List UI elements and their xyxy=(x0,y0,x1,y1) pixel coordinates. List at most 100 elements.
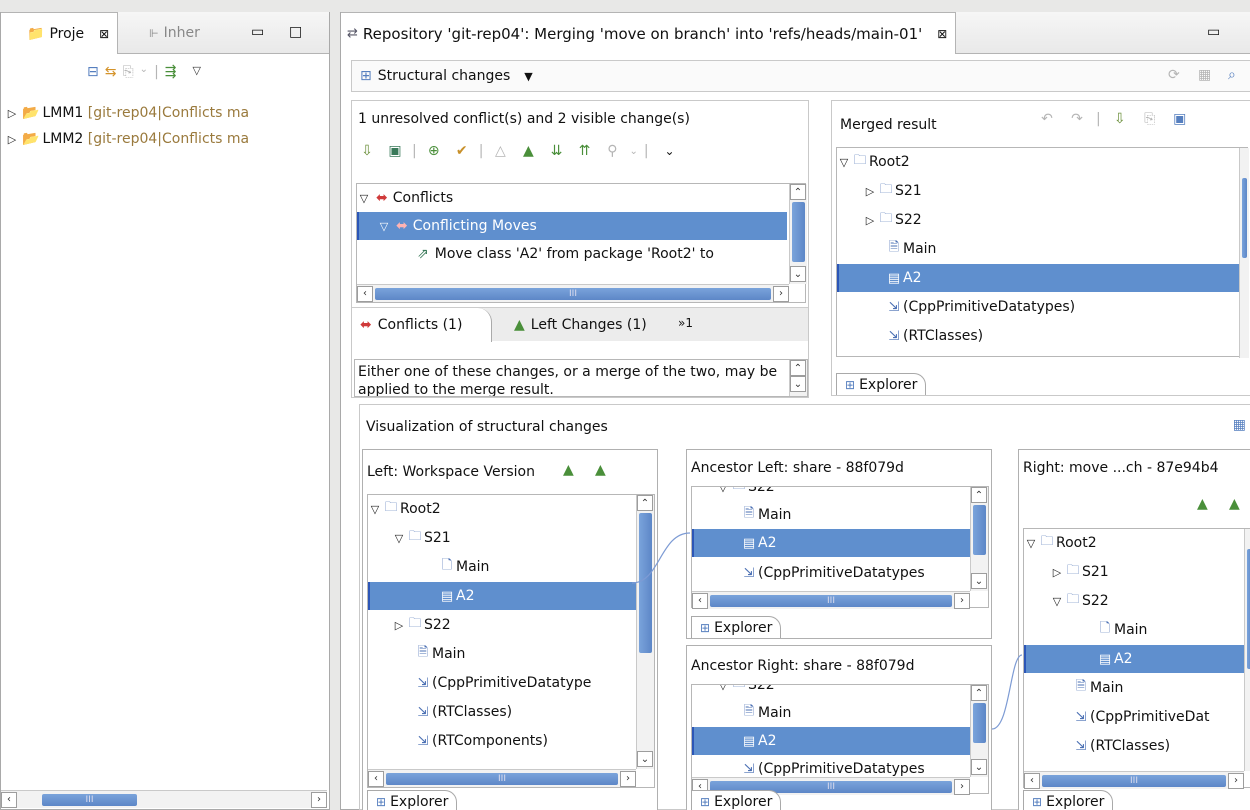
next-change-icon[interactable]: ⇊ xyxy=(545,143,567,159)
merge-icon[interactable]: ⊕ xyxy=(423,143,445,159)
tree-node-root2[interactable]: ▽ 🗀 Root2 xyxy=(837,148,1239,176)
left-change-icon[interactable]: ▲ xyxy=(1197,496,1208,512)
scroll-thumb[interactable]: III xyxy=(42,793,137,806)
filter-icon[interactable]: ⚲ xyxy=(601,143,623,159)
ancestor-left-vscrollbar[interactable]: ⌃ ⌄ xyxy=(970,487,988,591)
tree-node-cpp[interactable]: ⇲ (CppPrimitiveDatatypes) xyxy=(837,293,1239,321)
expand-arrow-icon[interactable]: ▽ xyxy=(368,503,382,516)
left-change-icon[interactable]: ▲ xyxy=(563,462,574,478)
tree-node-s22[interactable]: ▽🗀S22 xyxy=(692,685,970,699)
tree-node-rtclasses[interactable]: ⇲ (RTClasses) xyxy=(368,698,636,726)
expand-arrow-icon[interactable]: ▷ xyxy=(863,185,877,198)
scroll-left-icon[interactable]: ‹ xyxy=(1,791,17,808)
tab-conflicts[interactable]: ⬌ Conflicts (1) xyxy=(352,308,492,342)
expand-arrow-icon[interactable]: ▷ xyxy=(5,107,19,120)
tree-node-a2[interactable]: ▤ A2 xyxy=(692,727,970,755)
tree-node-main[interactable]: 🗎 Main xyxy=(1024,674,1244,702)
tree-node-root2[interactable]: ▽ 🗀 Root2 xyxy=(368,495,636,523)
scroll-thumb[interactable]: III xyxy=(386,772,618,785)
scroll-left-icon[interactable]: ‹ xyxy=(692,592,708,609)
expand-arrow-icon[interactable]: ▷ xyxy=(863,214,877,227)
scroll-thumb[interactable] xyxy=(1242,178,1247,258)
chevron-down-icon[interactable]: ▼ xyxy=(524,70,532,83)
dropdown-icon[interactable]: ⌄ xyxy=(629,146,637,157)
project-item-lmm1[interactable]: ▷ 📂 LMM1 [git-rep04|Conflicts ma xyxy=(5,100,325,126)
redo-icon[interactable]: ↷ xyxy=(1066,111,1088,127)
scroll-right-icon[interactable]: › xyxy=(620,770,636,787)
show-all-icon[interactable]: △ xyxy=(489,143,511,159)
expand-arrow-icon[interactable]: ▽ xyxy=(377,220,391,233)
scroll-down-icon[interactable]: ⌄ xyxy=(971,573,987,589)
left-hscrollbar[interactable]: ‹ III › xyxy=(368,769,636,787)
scroll-thumb[interactable]: III xyxy=(710,594,952,607)
tree-node-rtclasses[interactable]: ⇲ (RTClasses) xyxy=(837,322,1239,350)
tab-left-changes[interactable]: ▲ Left Changes (1) xyxy=(502,308,647,342)
ancestor-left-hscrollbar[interactable]: ‹ III › xyxy=(692,591,970,609)
copy-left-icon[interactable]: ⇩ xyxy=(356,143,378,159)
tree-node-rtcomponents[interactable]: ⇲ (RTComponents) xyxy=(368,727,636,755)
tab-merge-editor[interactable]: ⇄ Repository 'git-rep04': Merging 'move … xyxy=(341,12,957,54)
tree-node-a2[interactable]: ▤ A2 xyxy=(837,264,1239,292)
close-icon[interactable]: ⊠ xyxy=(99,27,109,41)
right-explorer-tab[interactable]: ⊞ Explorer xyxy=(1023,790,1114,810)
link-editor-icon[interactable]: ⇆ xyxy=(105,64,117,80)
scroll-left-icon[interactable]: ‹ xyxy=(357,285,373,302)
move-change-node[interactable]: ⇗ Move class 'A2' from package 'Root2' t… xyxy=(357,240,787,268)
tree-node-s22[interactable]: ▽🗀S22 xyxy=(692,487,970,501)
left-explorer-tab[interactable]: ⊞ Explorer xyxy=(367,790,458,810)
tree-node-s22[interactable]: ▽🗀S22 xyxy=(1024,587,1244,615)
expand-arrow-icon[interactable]: ▽ xyxy=(837,156,851,169)
expand-arrow-icon[interactable]: ▷ xyxy=(392,619,406,632)
description-vscrollbar[interactable]: ⌃ ⌄ xyxy=(789,360,807,396)
maximize-icon[interactable]: □ xyxy=(289,24,302,40)
scroll-thumb[interactable] xyxy=(973,703,986,743)
scroll-up-icon[interactable]: ⌃ xyxy=(790,184,806,200)
expand-arrow-icon[interactable]: ▽ xyxy=(716,487,730,494)
ancestor-right-explorer-tab[interactable]: ⊞ Explorer xyxy=(691,790,782,810)
scroll-thumb[interactable] xyxy=(639,513,652,653)
tree-node-s21[interactable]: ▷ 🗀 S21 xyxy=(837,177,1239,205)
expand-arrow-icon[interactable]: ▽ xyxy=(1024,537,1038,550)
ancestor-right-vscrollbar[interactable]: ⌃ ⌄ xyxy=(970,685,988,777)
scroll-up-icon[interactable]: ⌃ xyxy=(790,360,806,376)
tree-node-main[interactable]: 🗋 Main xyxy=(368,553,636,581)
tree-node-a2[interactable]: ▤ A2 xyxy=(1024,645,1244,673)
prev-change-icon[interactable]: ⇈ xyxy=(573,143,595,159)
scroll-down-icon[interactable]: ⌄ xyxy=(790,376,806,392)
scroll-left-icon[interactable]: ‹ xyxy=(368,770,384,787)
copy-icon[interactable]: ⎘ xyxy=(1139,111,1161,127)
minimize-icon[interactable]: ▭ xyxy=(1207,24,1220,40)
tree-node-main[interactable]: 🗎 Main xyxy=(692,501,970,529)
tree-node-cpp[interactable]: ⇲ (CppPrimitiveDatatype xyxy=(368,669,636,697)
dropdown-icon[interactable]: ⌄ xyxy=(140,64,148,80)
tree-node-a2[interactable]: ▤ A2 xyxy=(692,529,970,557)
close-icon[interactable]: ⊠ xyxy=(937,27,947,41)
tree-node-cpp[interactable]: ⇲ (CppPrimitiveDat xyxy=(1024,703,1244,731)
tree-node-cpp[interactable]: ⇲ (CppPrimitiveDatatypes xyxy=(692,755,970,777)
tree-node-main[interactable]: 🗎 Main xyxy=(837,235,1239,263)
tree-node-root2[interactable]: ▽ 🗀 Root2 xyxy=(1024,529,1244,557)
scroll-up-icon[interactable]: ⌃ xyxy=(971,685,987,701)
right-hscrollbar[interactable]: ‹ III › xyxy=(1024,771,1244,789)
tree-node-s21[interactable]: ▽ 🗀 S21 xyxy=(368,524,636,552)
sync-icon[interactable]: ⟳ xyxy=(1168,67,1180,83)
scroll-right-icon[interactable]: › xyxy=(1228,772,1244,789)
expand-arrow-icon[interactable]: ▽ xyxy=(392,532,406,545)
scroll-down-icon[interactable]: ⌄ xyxy=(790,266,806,282)
filter-icon[interactable]: ⇶ xyxy=(165,64,177,80)
project-item-lmm2[interactable]: ▷ 📂 LMM2 [git-rep04|Conflicts ma xyxy=(5,126,325,152)
tree-node-main[interactable]: 🗎 Main xyxy=(368,640,636,668)
tree-node-rtclasses[interactable]: ⇲ (RTClasses) xyxy=(1024,732,1244,760)
merged-explorer-tab[interactable]: ⊞ Explorer xyxy=(836,373,927,395)
mode-label[interactable]: Structural changes xyxy=(378,68,511,84)
expand-arrow-icon[interactable]: ▷ xyxy=(5,133,19,146)
tree-node-s22[interactable]: ▷ 🗀 S22 xyxy=(368,611,636,639)
scroll-thumb[interactable] xyxy=(792,202,805,262)
tree-node-s21[interactable]: ▷ 🗀 S21 xyxy=(1024,558,1244,586)
save-icon[interactable]: ▣ xyxy=(1169,111,1191,127)
layout-icon[interactable]: ▦ xyxy=(1198,67,1211,83)
expand-arrow-icon[interactable]: ▽ xyxy=(357,192,371,205)
show-left-icon[interactable]: ▲ xyxy=(517,143,539,159)
scroll-thumb[interactable]: III xyxy=(1042,774,1226,787)
tab-overflow[interactable]: »1 xyxy=(678,316,693,330)
